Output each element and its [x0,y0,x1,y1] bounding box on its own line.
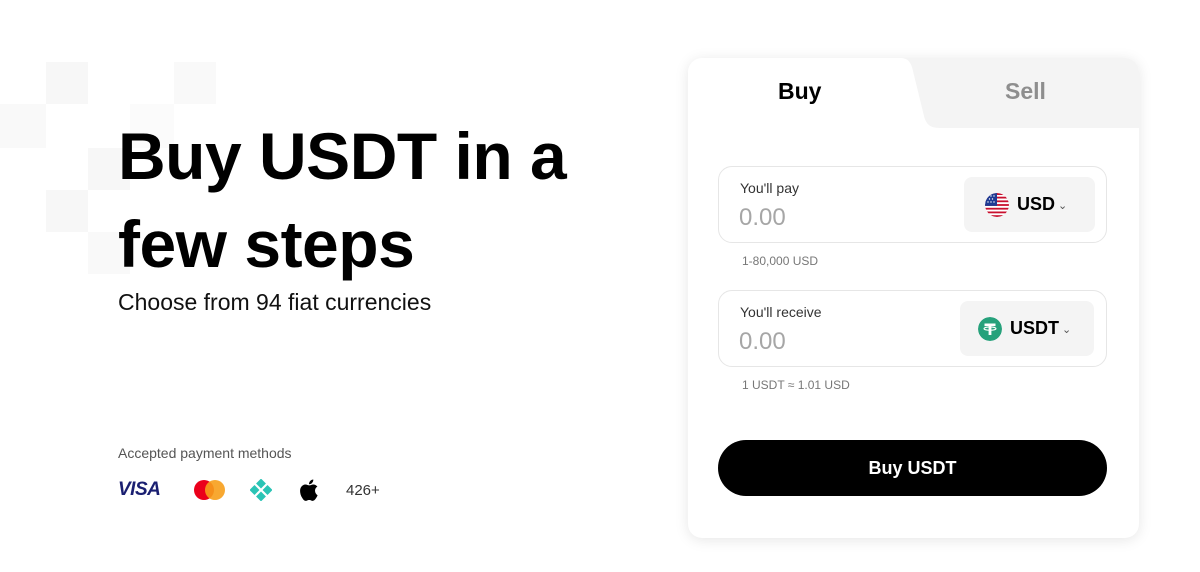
decorative-square [46,62,88,104]
chevron-down-icon: ⌄ [1058,200,1068,212]
receive-currency-code: USDT [1010,318,1059,338]
diamond-logo [250,479,272,501]
pay-field: You'll pay 0.00 USD ⌄ [718,166,1107,243]
payment-methods-label: Accepted payment methods [118,445,292,461]
visa-logo: VISA [118,479,161,500]
trade-card: Buy Sell You'll pay 0.00 USD ⌄ 1-80,000 … [688,58,1139,538]
decorative-square [174,62,216,104]
tab-sell[interactable]: Sell [1005,78,1046,105]
hero-title: Buy USDT in a few steps [118,119,567,281]
decorative-square [46,190,88,232]
pay-amount-input[interactable] [739,203,919,233]
payment-methods-row: VISA 426+ [118,477,380,503]
pay-currency-selector[interactable]: USD ⌄ [964,177,1095,232]
mastercard-logo [194,480,226,500]
receive-currency-selector[interactable]: USDT ⌄ [960,301,1094,356]
tether-icon [978,316,1002,341]
receive-amount-input[interactable] [739,327,919,357]
us-flag-icon [985,192,1009,217]
hero-subtitle: Choose from 94 fiat currencies [118,289,432,315]
pay-currency-code: USD [1017,194,1056,214]
apple-logo [300,479,320,501]
receive-field: You'll receive USDT ⌄ [718,290,1107,367]
exchange-rate-hint: 1 USDT ≈ 1.01 USD [742,378,850,392]
pay-field-label: You'll pay [740,180,799,196]
tab-buy-background [688,58,1139,130]
buy-usdt-button[interactable]: Buy USDT [718,440,1107,496]
chevron-down-icon: ⌄ [1062,324,1072,336]
tab-buy[interactable]: Buy [778,78,821,105]
decorative-square [0,104,46,148]
pay-limit-hint: 1-80,000 USD [742,254,819,268]
receive-field-label: You'll receive [740,304,822,320]
more-payment-methods[interactable]: 426+ [346,482,380,499]
